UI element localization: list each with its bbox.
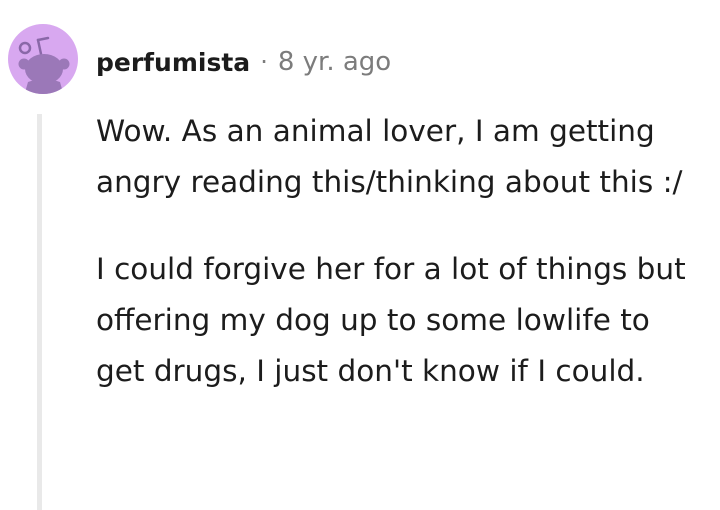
comment-body: Wow. As an animal lover, I am getting an… bbox=[96, 106, 696, 397]
meta-separator: · bbox=[260, 48, 268, 76]
comment-timestamp[interactable]: 8 yr. ago bbox=[278, 47, 391, 77]
comment: perfumista · 8 yr. ago Wow. As an animal… bbox=[0, 0, 720, 510]
comment-paragraph: Wow. As an animal lover, I am getting an… bbox=[96, 114, 683, 199]
comment-paragraph: I could forgive her for a lot of things … bbox=[96, 252, 686, 388]
user-avatar[interactable] bbox=[8, 24, 78, 94]
username-link[interactable]: perfumista bbox=[96, 48, 250, 77]
reddit-snoo-avatar-icon bbox=[18, 36, 70, 94]
thread-collapse-line[interactable] bbox=[37, 114, 42, 510]
comment-meta: perfumista · 8 yr. ago bbox=[96, 42, 391, 82]
